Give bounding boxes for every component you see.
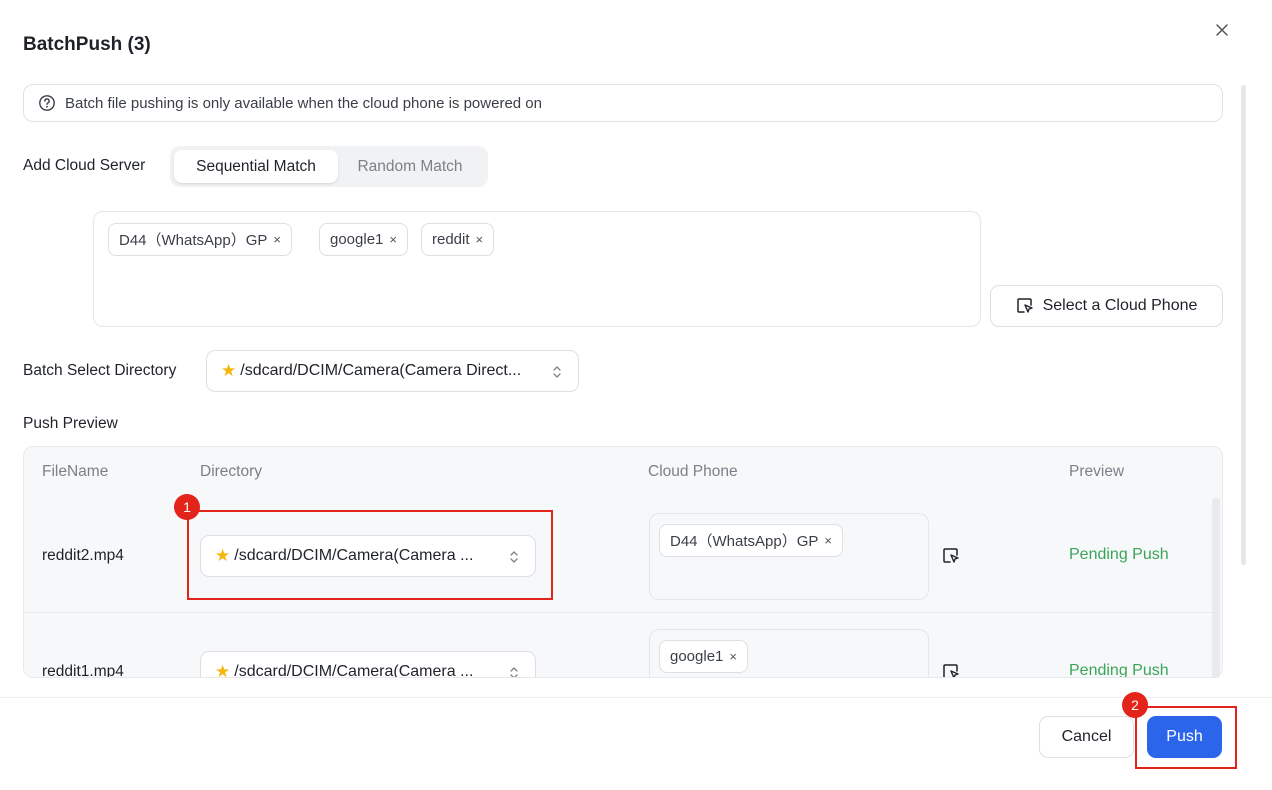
batch-directory-label: Batch Select Directory [23, 362, 177, 379]
table-row: reddit1.mp4 ★ /sdcard/DCIM/Camera(Camera… [24, 613, 1212, 678]
cursor-select-icon[interactable] [942, 663, 960, 678]
random-match-option[interactable]: Random Match [338, 150, 482, 183]
cloud-phone-tag: google1 × [659, 640, 748, 673]
question-circle-icon [39, 95, 55, 111]
annotation-marker-1: 1 [174, 494, 200, 520]
push-preview-label: Push Preview [23, 415, 118, 432]
batch-directory-value: /sdcard/DCIM/Camera(Camera Direct... [240, 362, 522, 379]
column-preview: Preview [1069, 463, 1125, 480]
tag-remove-icon[interactable]: × [824, 533, 832, 548]
footer-divider [0, 697, 1272, 698]
cursor-select-icon [1016, 298, 1033, 313]
cancel-button[interactable]: Cancel [1039, 716, 1134, 758]
cloud-server-tag-input[interactable]: D44（WhatsApp）GP × google1 × reddit × [93, 211, 981, 327]
notice-text: Batch file pushing is only available whe… [65, 94, 542, 112]
file-name: reddit1.mp4 [42, 663, 124, 678]
match-mode-toggle: Sequential Match Random Match [170, 146, 488, 187]
dialog-title: BatchPush (3) [23, 34, 151, 55]
column-directory: Directory [200, 463, 263, 480]
annotation-marker-2: 2 [1122, 692, 1148, 718]
chevron-up-down-icon [510, 667, 518, 677]
tag-label: google1 [670, 648, 724, 665]
cloud-phone-tag: D44（WhatsApp）GP × [108, 223, 292, 256]
star-icon: ★ [221, 361, 237, 380]
close-icon[interactable] [1212, 20, 1232, 40]
row-cloud-phone-input[interactable]: D44（WhatsApp）GP × [649, 513, 929, 600]
dialog-scrollbar[interactable] [1241, 85, 1246, 565]
row-directory-select[interactable]: ★ /sdcard/DCIM/Camera(Camera ... [200, 651, 536, 678]
table-header: FileName Directory Cloud Phone Preview [24, 447, 1222, 497]
cloud-phone-tag: google1 × [319, 223, 408, 256]
tag-remove-icon[interactable]: × [273, 232, 281, 247]
column-filename: FileName [42, 463, 109, 480]
tag-label: D44（WhatsApp）GP [119, 232, 268, 249]
tag-label: google1 [330, 231, 384, 248]
cursor-select-icon[interactable] [942, 547, 960, 565]
tag-remove-icon[interactable]: × [476, 232, 484, 247]
chevron-up-down-icon [553, 366, 561, 378]
table-scrollbar[interactable] [1212, 498, 1220, 678]
annotation-box-push [1135, 706, 1237, 769]
cloud-phone-tag: D44（WhatsApp）GP × [659, 524, 843, 557]
file-name: reddit2.mp4 [42, 547, 124, 564]
sequential-match-option[interactable]: Sequential Match [174, 150, 338, 183]
cloud-phone-tag: reddit × [421, 223, 495, 256]
annotation-box-directory [187, 510, 553, 600]
tag-remove-icon[interactable]: × [389, 232, 397, 247]
row-cloud-phone-input[interactable]: google1 × [649, 629, 929, 677]
push-status: Pending Push [1069, 546, 1169, 563]
star-icon: ★ [215, 662, 231, 678]
tag-label: reddit [432, 231, 470, 248]
select-cloud-phone-button[interactable]: Select a Cloud Phone [990, 285, 1223, 327]
select-cloud-phone-label: Select a Cloud Phone [1042, 297, 1198, 314]
batch-directory-select[interactable]: ★ /sdcard/DCIM/Camera(Camera Direct... [206, 350, 579, 392]
add-cloud-server-label: Add Cloud Server [23, 157, 146, 174]
row-directory-value: /sdcard/DCIM/Camera(Camera ... [234, 663, 474, 678]
notice-banner: Batch file pushing is only available whe… [23, 84, 1223, 122]
column-cloud-phone: Cloud Phone [648, 463, 738, 480]
push-status: Pending Push [1069, 662, 1169, 678]
tag-label: D44（WhatsApp）GP [670, 533, 819, 550]
tag-remove-icon[interactable]: × [729, 649, 737, 664]
